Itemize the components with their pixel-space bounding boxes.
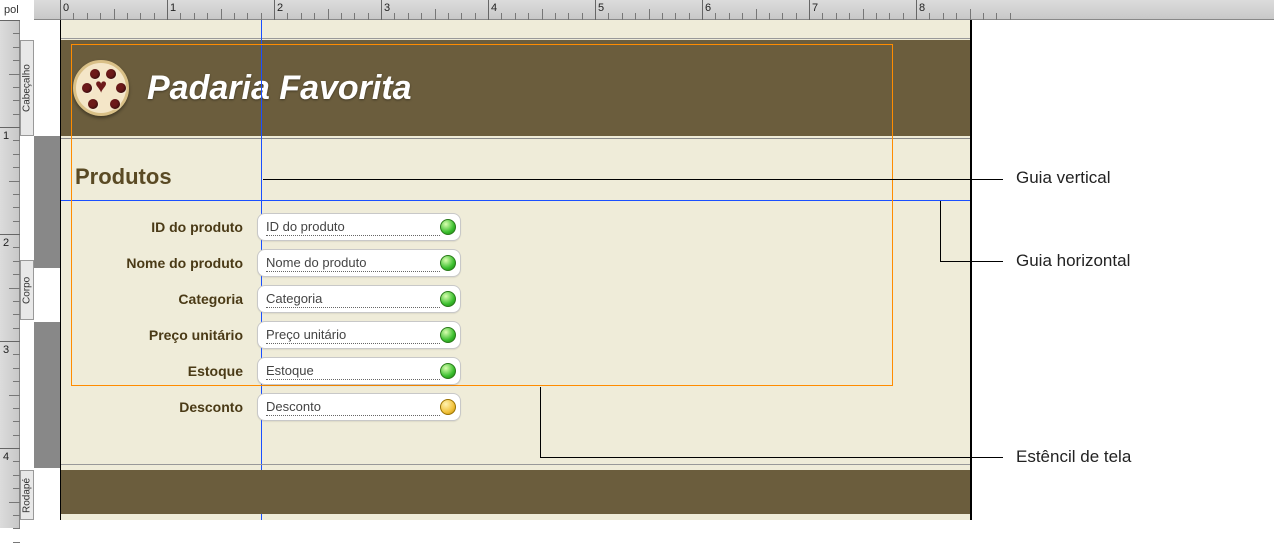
form-row: Nome do produto Nome do produto [61,246,970,280]
ruler-number: 1 [170,2,176,14]
guide-horizontal[interactable] [61,200,970,201]
ruler-number: 4 [491,2,497,14]
form-row: Desconto Desconto [61,390,970,424]
ruler-number: 8 [919,2,925,14]
callout-horizontal-guide: Guia horizontal [1016,251,1130,271]
form-row: Categoria Categoria [61,282,970,316]
field-input[interactable]: Preço unitário [257,321,461,349]
ruler-number: 7 [812,2,818,14]
field-placeholder: Preço unitário [266,327,440,344]
report-header: ♥ Padaria Favorita [61,40,970,136]
field-label: Estoque [61,363,257,379]
field-input[interactable]: ID do produto [257,213,461,241]
field-input[interactable]: Desconto [257,393,461,421]
field-input[interactable]: Categoria [257,285,461,313]
section-gap [34,136,60,268]
ruler-number: 6 [705,2,711,14]
form-row: Preço unitário Preço unitário [61,318,970,352]
status-ok-icon[interactable] [440,291,456,307]
section-gap [34,322,60,468]
callout-vertical-guide: Guia vertical [1016,168,1110,188]
field-input[interactable]: Nome do produto [257,249,461,277]
ruler-number: 4 [3,451,9,463]
section-tab-footer[interactable]: Rodapé [20,470,34,520]
heart-icon: ♥ [95,75,107,98]
ruler-vertical[interactable]: 1 2 3 4 [0,20,20,528]
callout-stencil: Estêncil de tela [1016,447,1131,467]
ruler-number: 0 [63,2,69,14]
form-row: Estoque Estoque [61,354,970,388]
status-ok-icon[interactable] [440,327,456,343]
ruler-horizontal[interactable]: 0 1 2 3 4 5 6 7 8 [34,0,1274,20]
section-tab-header[interactable]: Cabeçalho [20,40,34,136]
design-canvas[interactable]: ♥ Padaria Favorita Produtos ID do produt… [60,20,972,520]
status-warning-icon[interactable] [440,399,456,415]
section-tab-body[interactable]: Corpo [20,260,34,320]
ruler-unit-label: pol [4,4,19,16]
field-label: Desconto [61,399,257,415]
callout-line [540,457,1003,458]
field-placeholder: ID do produto [266,219,440,236]
ruler-number: 5 [598,2,604,14]
field-placeholder: Categoria [266,291,440,308]
section-heading: Produtos [75,164,172,190]
callout-line [940,261,1003,262]
section-divider [61,138,970,139]
field-placeholder: Nome do produto [266,255,440,272]
status-ok-icon[interactable] [440,219,456,235]
form-row: ID do produto ID do produto [61,210,970,244]
ruler-number: 2 [277,2,283,14]
field-label: Categoria [61,291,257,307]
field-label: Preço unitário [61,327,257,343]
ruler-number: 2 [3,237,9,249]
field-placeholder: Estoque [266,363,440,380]
report-footer [61,470,970,514]
report-title: Padaria Favorita [147,69,412,108]
ruler-number: 3 [384,2,390,14]
field-label: ID do produto [61,219,257,235]
section-divider [61,38,970,39]
ruler-number: 3 [3,344,9,356]
field-placeholder: Desconto [266,399,440,416]
callout-line [263,179,1003,180]
section-divider [61,464,970,465]
ruler-number: 1 [3,130,9,142]
field-label: Nome do produto [61,255,257,271]
status-ok-icon[interactable] [440,363,456,379]
status-ok-icon[interactable] [440,255,456,271]
field-input[interactable]: Estoque [257,357,461,385]
bakery-logo-icon: ♥ [73,60,129,116]
callout-line [540,387,541,457]
callout-line [940,201,941,261]
